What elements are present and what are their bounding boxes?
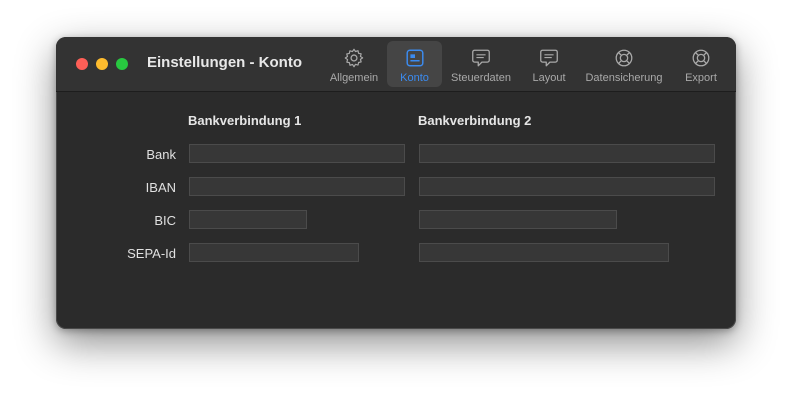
sepa-id-field-2[interactable] [419, 243, 669, 262]
toolbar-item-label: Export [685, 72, 717, 84]
account-settings-form: Bankverbindung 1 Bankverbindung 2 Bank I… [56, 92, 736, 329]
label-bic: BIC [154, 213, 176, 228]
toolbar-item-layout[interactable]: Layout [524, 41, 574, 87]
window-title: Einstellungen - Konto [147, 54, 302, 71]
lifebuoy-icon [692, 49, 710, 67]
column-header-bankverbindung-2: Bankverbindung 2 [418, 113, 532, 128]
toolbar-item-label: Datensicherung [585, 72, 663, 84]
bank-field-2[interactable] [419, 144, 715, 163]
toolbar-item-label: Layout [532, 72, 566, 84]
lifebuoy-icon [615, 49, 633, 67]
speech-bubble-icon [540, 49, 558, 67]
minimize-window-button[interactable] [96, 58, 108, 70]
bank-field-1[interactable] [189, 144, 405, 163]
toolbar-item-label: Allgemein [329, 72, 379, 84]
label-iban: IBAN [145, 180, 176, 195]
toolbar-item-datensicherung[interactable]: Datensicherung [580, 41, 668, 87]
account-card-icon [405, 49, 424, 67]
toolbar-item-steuerdaten[interactable]: Steuerdaten [446, 41, 516, 87]
toolbar-item-label: Steuerdaten [451, 72, 511, 84]
close-window-button[interactable] [76, 58, 88, 70]
title-bar: Einstellungen - Konto Allgemein Konto St… [56, 37, 736, 92]
toolbar-item-konto[interactable]: Konto [387, 41, 442, 87]
toolbar-item-export[interactable]: Export [676, 41, 726, 87]
speech-bubble-icon [472, 49, 490, 67]
gear-icon [344, 48, 364, 68]
toolbar-item-label: Konto [400, 72, 429, 84]
column-header-bankverbindung-1: Bankverbindung 1 [188, 113, 302, 128]
sepa-id-field-1[interactable] [189, 243, 359, 262]
label-bank: Bank [146, 147, 176, 162]
bic-field-2[interactable] [419, 210, 617, 229]
bic-field-1[interactable] [189, 210, 307, 229]
toolbar-item-allgemein[interactable]: Allgemein [324, 41, 384, 87]
zoom-window-button[interactable] [116, 58, 128, 70]
iban-field-1[interactable] [189, 177, 405, 196]
label-sepa-id: SEPA-Id [127, 246, 176, 261]
iban-field-2[interactable] [419, 177, 715, 196]
settings-window: Einstellungen - Konto Allgemein Konto St… [56, 37, 736, 329]
